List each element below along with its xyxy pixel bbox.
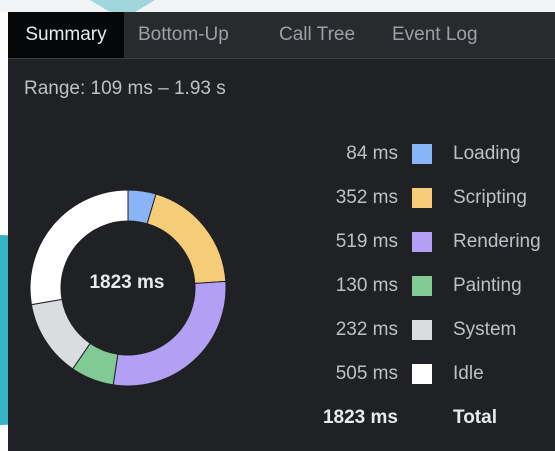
legend-label: Painting xyxy=(453,275,522,296)
legend-value: 519 ms xyxy=(335,231,398,252)
legend-label: Scripting xyxy=(453,187,527,208)
legend-label: Idle xyxy=(453,363,484,384)
legend-value: 505 ms xyxy=(335,363,398,384)
total-value: 1823 ms xyxy=(322,407,398,428)
legend-row-idle: 505 ms Idle xyxy=(8,359,555,389)
legend-row-total: 1823 ms Total xyxy=(8,403,555,433)
legend-value: 352 ms xyxy=(335,187,398,208)
tab-event-log[interactable]: Event Log xyxy=(392,12,478,58)
tab-summary[interactable]: Summary xyxy=(8,12,124,58)
legend-label: System xyxy=(453,319,517,340)
painting-swatch xyxy=(412,276,432,296)
legend-row-scripting: 352 ms Scripting xyxy=(8,183,555,213)
legend-row-loading: 84 ms Loading xyxy=(8,139,555,169)
tab-call-tree[interactable]: Call Tree xyxy=(279,12,355,58)
total-label: Total xyxy=(453,407,497,428)
tab-bottom-up[interactable]: Bottom-Up xyxy=(138,12,229,58)
scripting-swatch xyxy=(412,188,432,208)
legend-row-rendering: 519 ms Rendering xyxy=(8,227,555,257)
idle-swatch xyxy=(412,364,432,384)
legend-row-painting: 130 ms Painting xyxy=(8,271,555,301)
tab-bar: Summary Bottom-Up Call Tree Event Log xyxy=(8,12,555,59)
legend-label: Loading xyxy=(453,143,521,164)
range-label: Range: 109 ms – 1.93 s xyxy=(24,78,226,99)
loading-swatch xyxy=(412,144,432,164)
legend-value: 130 ms xyxy=(335,275,398,296)
rendering-swatch xyxy=(412,232,432,252)
legend-row-system: 232 ms System xyxy=(8,315,555,345)
summary-panel: Summary Bottom-Up Call Tree Event Log Ra… xyxy=(8,12,555,451)
legend-value: 232 ms xyxy=(335,319,398,340)
legend-value: 84 ms xyxy=(346,143,398,164)
legend-label: Rendering xyxy=(453,231,541,252)
system-swatch xyxy=(412,320,432,340)
